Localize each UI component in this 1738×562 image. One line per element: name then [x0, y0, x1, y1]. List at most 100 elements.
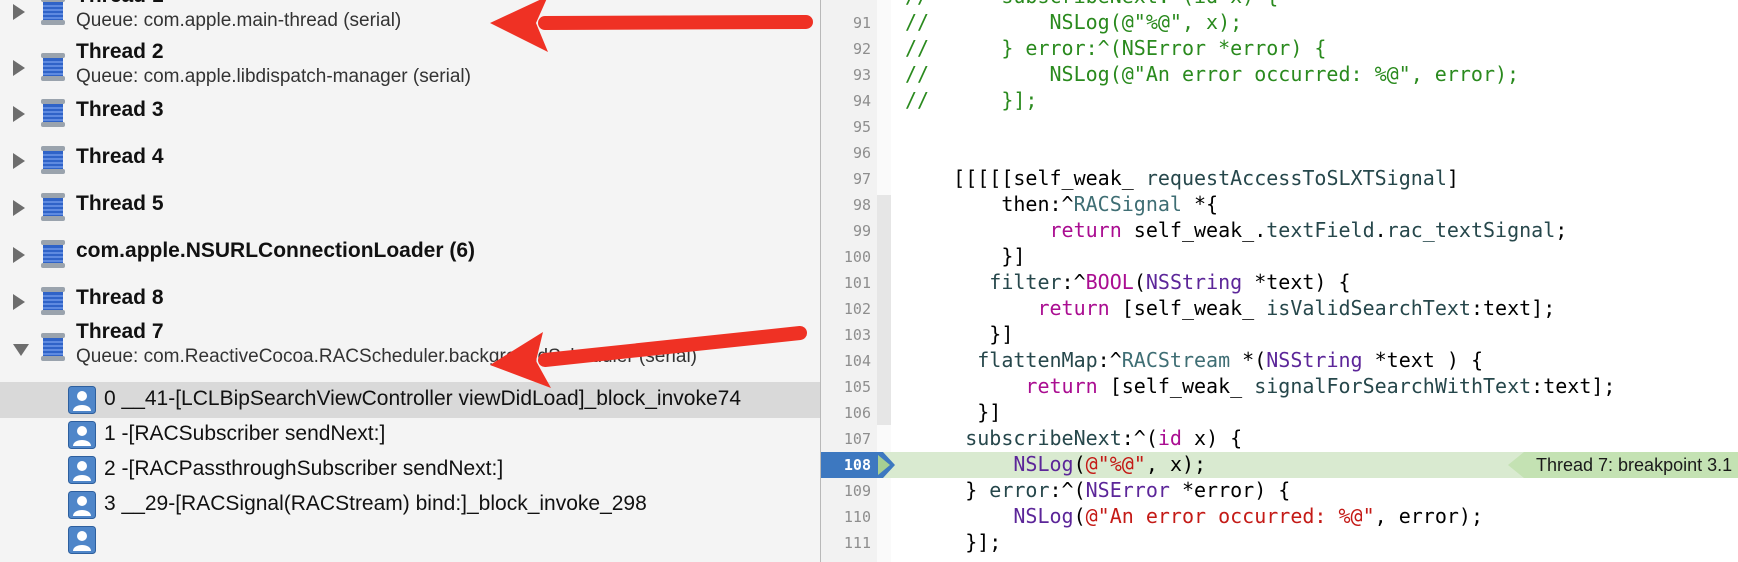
thread-spool-icon	[40, 332, 66, 362]
code-line[interactable]: 102 return [self_weak_ isValidSearchText…	[821, 296, 1738, 322]
breakpoint-badge[interactable]: Thread 7: breakpoint 3.1	[1508, 452, 1738, 478]
code-line[interactable]: 96	[821, 140, 1738, 166]
thread-title: Thread 4	[76, 145, 164, 168]
code-token: filter	[989, 270, 1062, 294]
disclosure-triangle-icon[interactable]	[13, 60, 25, 76]
code-token: // NSLog(@"An error occurred: %@", error…	[905, 62, 1520, 86]
debug-navigator: Thread 1 Queue: com.apple.main-thread (se…	[0, 0, 821, 562]
disclosure-triangle-icon[interactable]	[13, 200, 25, 216]
code-token: }]	[905, 244, 1026, 268]
code-token: RACSignal	[1073, 192, 1182, 216]
code-token: [self_weak_	[1097, 374, 1255, 398]
code-token: return	[1037, 296, 1110, 320]
line-number: 92	[852, 40, 871, 58]
thread-title: Thread 3	[76, 98, 164, 121]
source-editor[interactable]: 91 // NSLog(@"%@", x); 92 // } error:^(NSEr…	[821, 0, 1738, 562]
code-token: :^	[1061, 270, 1086, 294]
code-line[interactable]: 93 // NSLog(@"An error occurred: %@", err…	[821, 62, 1738, 88]
code-token: return	[1049, 218, 1122, 242]
thread-row[interactable]: Thread 8	[0, 274, 820, 326]
code-token: requestAccessToSLXTSignal	[1145, 166, 1447, 190]
thread-row[interactable]: Thread 7 Queue: com.ReactiveCocoa.RACSche…	[0, 320, 820, 372]
code-token: }]	[905, 400, 1002, 424]
code-token: :^	[1097, 348, 1122, 372]
code-token: :text];	[1531, 374, 1616, 398]
disclosure-triangle-icon[interactable]	[13, 247, 25, 263]
stack-frame-row[interactable]	[0, 522, 820, 558]
code-line[interactable]: 108 NSLog(@"%@", x); Thread 7: breakpoint…	[821, 452, 1738, 478]
code-line[interactable]: 111 }];	[821, 530, 1738, 556]
thread-spool-icon	[40, 239, 66, 269]
code-line[interactable]: 107 subscribeNext:^(id x) {	[821, 426, 1738, 452]
stack-frame-row[interactable]: 0 __41-[LCLBipSearchViewController viewD…	[0, 382, 820, 418]
thread-row[interactable]: Thread 1 Queue: com.apple.main-thread (se…	[0, 0, 820, 36]
code-token: NSString	[1145, 270, 1243, 294]
code-token: :text];	[1470, 296, 1556, 320]
thread-row[interactable]: Thread 3	[0, 86, 820, 138]
stack-frame-row[interactable]: 1 -[RACSubscriber sendNext:]	[0, 417, 820, 453]
disclosure-triangle-icon[interactable]	[13, 294, 25, 310]
code-text: [[[[[self_weak_ requestAccessToSLXTSigna…	[905, 166, 1459, 190]
line-number: 110	[843, 508, 871, 526]
code-line[interactable]: 99 return self_weak_.textField.rac_textS…	[821, 218, 1738, 244]
program-counter-icon	[878, 455, 890, 475]
code-token: [self_weak_	[1109, 296, 1267, 320]
disclosure-triangle-icon[interactable]	[13, 4, 25, 20]
code-line[interactable]: 106 }]	[821, 400, 1738, 426]
code-token: @"%@"	[1085, 452, 1146, 476]
thread-title: Thread 2	[76, 40, 164, 63]
user-frame-icon	[68, 456, 96, 484]
disclosure-triangle-icon[interactable]	[13, 344, 29, 356]
code-token: self_weak_.	[1121, 218, 1267, 242]
thread-queue-label: Queue: com.ReactiveCocoa.RACScheduler.ba…	[76, 346, 697, 367]
thread-spool-icon	[40, 192, 66, 222]
code-line[interactable]: 103 }]	[821, 322, 1738, 348]
code-line[interactable]: 94 // }];	[821, 88, 1738, 114]
code-token: // }];	[905, 88, 1038, 112]
code-text: NSLog(@"An error occurred: %@", error);	[905, 504, 1483, 528]
disclosure-triangle-icon[interactable]	[13, 106, 25, 122]
code-line[interactable]: 109 } error:^(NSError *error) {	[821, 478, 1738, 504]
stack-frame-label: 0 __41-[LCLBipSearchViewController viewD…	[104, 387, 741, 410]
code-line[interactable]: 101 filter:^BOOL(NSString *text) {	[821, 270, 1738, 296]
code-line[interactable]: 95	[821, 114, 1738, 140]
code-token: *{	[1181, 192, 1219, 216]
thread-row[interactable]: Thread 2 Queue: com.apple.libdispatch-man…	[0, 40, 820, 92]
line-number: 111	[843, 534, 871, 552]
code-line[interactable]: 105 return [self_weak_ signalForSearchWi…	[821, 374, 1738, 400]
stack-frame-row[interactable]: 3 __29-[RACSignal(RACStream) bind:]_bloc…	[0, 487, 820, 523]
code-text: // }];	[905, 88, 1037, 112]
code-token: x) {	[1181, 426, 1243, 450]
code-line[interactable]: 97 [[[[[self_weak_ requestAccessToSLXTSi…	[821, 166, 1738, 192]
line-number: 104	[843, 352, 871, 370]
line-number: 103	[843, 326, 871, 344]
line-number: 97	[852, 170, 871, 188]
code-token: (	[1073, 452, 1086, 476]
code-line[interactable]: 100 }]	[821, 244, 1738, 270]
thread-row[interactable]: Thread 4	[0, 133, 820, 185]
line-number: 107	[843, 430, 871, 448]
thread-queue-label: Queue: com.apple.libdispatch-manager (se…	[76, 66, 471, 87]
code-token: BOOL	[1085, 270, 1134, 294]
code-token: NSError	[1085, 478, 1170, 502]
code-line[interactable]: 110 NSLog(@"An error occurred: %@", erro…	[821, 504, 1738, 530]
code-line[interactable]: 98 then:^RACSignal *{	[821, 192, 1738, 218]
code-line[interactable]: 104 flattenMap:^RACStream *(NSString *te…	[821, 348, 1738, 374]
disclosure-triangle-icon[interactable]	[13, 153, 25, 169]
code-token: // NSLog(@"%@", x);	[905, 10, 1243, 34]
code-token: *(	[1230, 348, 1267, 372]
stack-frame-row[interactable]: 2 -[RACPassthroughSubscriber sendNext:]	[0, 452, 820, 488]
thread-row[interactable]: Thread 5	[0, 180, 820, 232]
code-line[interactable]: 92 // } error:^(NSError *error) {	[821, 36, 1738, 62]
code-text: }]	[905, 322, 1013, 346]
code-line[interactable]: // subscribeNext:^(id x) {	[821, 0, 1738, 10]
code-token: }];	[905, 530, 1002, 554]
code-text: filter:^BOOL(NSString *text) {	[905, 270, 1350, 294]
code-line[interactable]: 91 // NSLog(@"%@", x);	[821, 10, 1738, 36]
thread-row[interactable]: com.apple.NSURLConnectionLoader (6)	[0, 227, 820, 279]
code-token: NSString	[1266, 348, 1363, 372]
